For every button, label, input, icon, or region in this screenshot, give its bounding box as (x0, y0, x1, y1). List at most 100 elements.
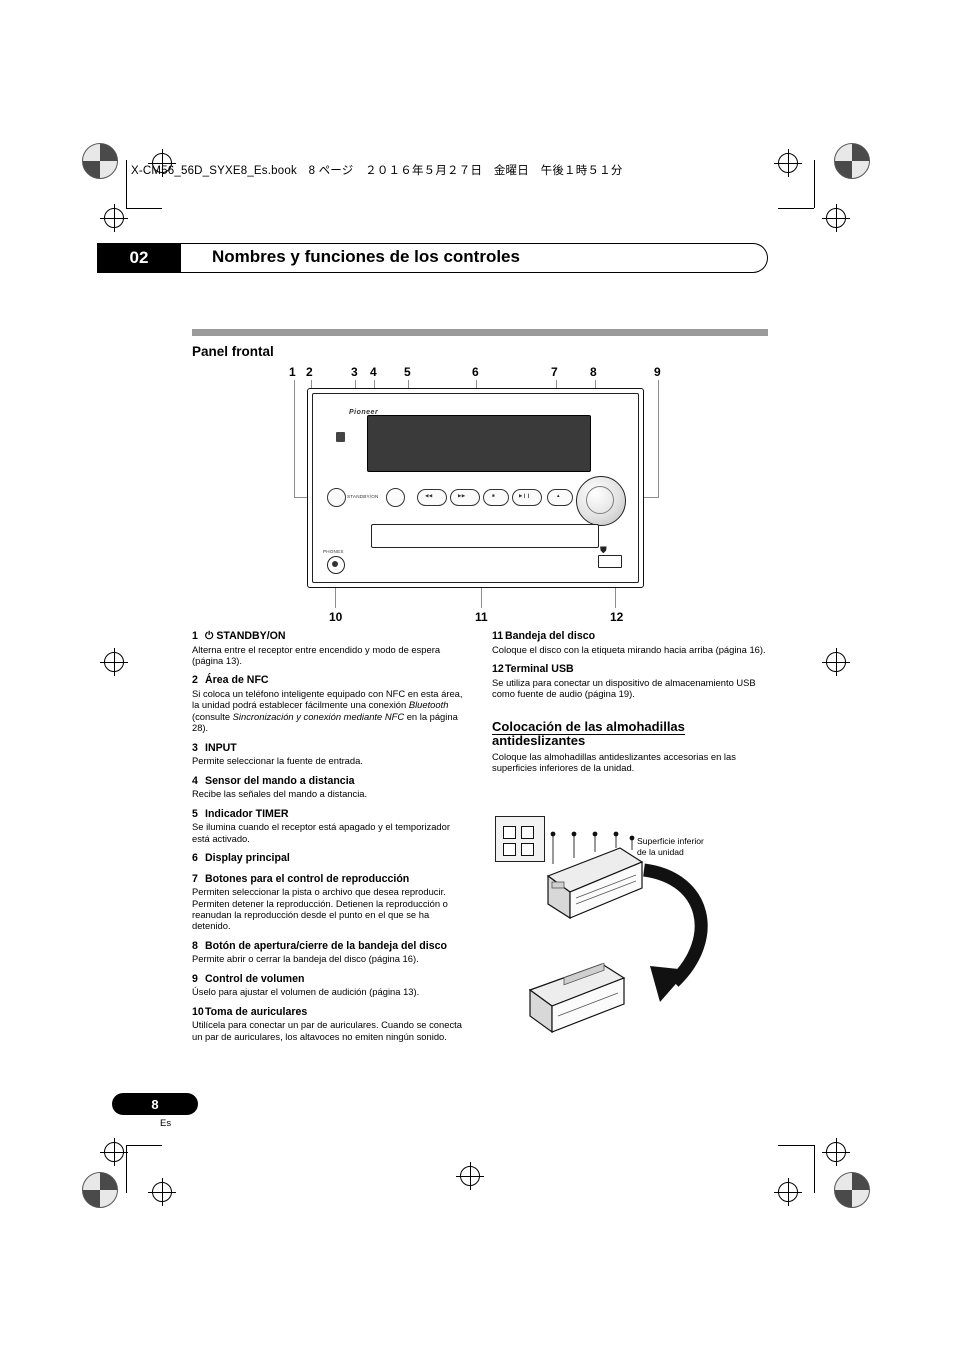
item-9-title: 9 Control de volumen (192, 972, 470, 986)
callout-5: 5 (404, 365, 411, 379)
crop-mark-mid2-left (100, 648, 128, 676)
item-11-title: 11 Bandeja del disco (492, 630, 769, 643)
item-1-body: Alterna entre el receptor entre encendid… (192, 643, 441, 666)
item-7-title: 7 Botones para el control de reproducción (192, 872, 470, 886)
item-2-title: 2 Área de NFC (192, 675, 470, 687)
unit-bottom-view-diagram (528, 831, 708, 1034)
crop-mark-bottom-right2 (774, 1178, 802, 1206)
callout-3: 3 (351, 365, 358, 379)
item-6-number: 6 (192, 852, 198, 865)
item-2-number: 2 (192, 674, 198, 687)
main-display (367, 415, 591, 472)
item-4-label: Sensor del mando a distancia (205, 774, 355, 787)
nfc-area-icon (336, 432, 345, 442)
item-6-label: Display principal (205, 852, 290, 865)
item-9-body: Úselo para ajustar el volumen de audició… (192, 986, 420, 998)
item-9-number: 9 (192, 972, 198, 985)
callout-4: 4 (370, 365, 377, 379)
callout-2: 2 (306, 365, 313, 379)
item-1-label: ⏻ STANDBY/ON (205, 630, 286, 642)
item-2-label: Área de NFC (205, 674, 269, 687)
manual-page: X-CM56_56D_SYXE8_Es.book 8 ページ ２０１６年５月２７… (0, 0, 954, 1351)
item-10-title: 10Toma de auriculares (192, 1005, 470, 1019)
item-7-label: Botones para el control de reproducción (205, 872, 410, 885)
item-1-title: 1 ⏻ STANDBY/ON (192, 630, 470, 643)
item-12-body: Se utiliza para conectar un dispositivo … (492, 676, 756, 699)
callout-10: 10 (329, 610, 343, 624)
leader-9 (658, 380, 660, 498)
item-4-title: 4 Sensor del mando a distancia (192, 774, 470, 788)
item-12-title: 12Terminal USB (492, 663, 769, 676)
controls-list-left: 1 ⏻ STANDBY/ON Alterna entre el receptor … (192, 630, 470, 1042)
trim-line-bottom-right (778, 1145, 814, 1146)
language-code: Es (160, 1118, 172, 1129)
item-4-body: Recibe las señales del mando a distancia… (192, 788, 368, 800)
crop-mark-top-right (774, 149, 802, 177)
item-2-body: Si coloca un teléfono inteligente equipa… (192, 688, 463, 734)
trim-line-right (814, 160, 815, 208)
registration-mark-top-left (82, 143, 118, 179)
crop-mark-bottom-center (456, 1162, 484, 1190)
section-title: Panel frontal (192, 344, 274, 359)
item-8-label: Botón de apertura/cierre de la bandeja d… (205, 939, 447, 952)
pads-section-body: Coloque las almohadillas antideslizantes… (492, 750, 736, 773)
usb-terminal[interactable] (598, 555, 622, 568)
item-3-label: INPUT (205, 741, 237, 754)
trim-line-bottom (126, 1145, 162, 1146)
item-5-body: Se ilumina cuando el receptor está apaga… (192, 821, 450, 844)
leader-1 (294, 380, 296, 498)
chapter-title: Nombres y funciones de los controles (212, 247, 520, 266)
headphone-jack[interactable] (327, 556, 345, 574)
item-3-body: Permite seleccionar la fuente de entrada… (192, 755, 363, 767)
item-10-body: Utilícela para conectar un par de auricu… (192, 1019, 462, 1042)
item-12-number: 12 (492, 663, 504, 675)
stop-icon: ■ (492, 493, 495, 498)
item-3-title: 3 INPUT (192, 741, 470, 755)
volume-knob[interactable] (576, 476, 626, 526)
crop-mark-bottom-left (100, 1138, 128, 1166)
prev-track-icon: ◀◀ (425, 493, 433, 498)
item-1-number: 1 (192, 630, 198, 642)
next-track-icon: ▶▶ (458, 493, 466, 498)
item-5-title: 5 Indicador TIMER (192, 807, 470, 821)
callout-11: 11 (475, 610, 488, 624)
callout-7: 7 (551, 365, 558, 379)
item-7-number: 7 (192, 872, 198, 885)
trim-line-right-bottom (814, 1145, 815, 1193)
item-11-number: 11 (492, 630, 504, 642)
item-12-label: Terminal USB (505, 663, 574, 675)
book-file-header: X-CM56_56D_SYXE8_Es.book 8 ページ ２０１６年５月２７… (131, 165, 623, 177)
crop-mark-mid-right (822, 204, 850, 232)
disc-tray[interactable] (371, 524, 599, 548)
standby-on-button[interactable] (327, 488, 346, 507)
controls-list-right: 11 Bandeja del disco Coloque el disco con… (492, 630, 769, 773)
trim-line-left-bottom (126, 1145, 127, 1193)
registration-mark-bottom-left (82, 1172, 118, 1208)
callout-6: 6 (472, 365, 479, 379)
input-label: INPUT (389, 494, 404, 499)
eject-icon: ▲ (556, 493, 561, 498)
item-7-body: Permiten seleccionar la pista o archivo … (192, 886, 448, 932)
pads-section-title-line2: antideslizantes (492, 733, 586, 748)
item-10-label: Toma de auriculares (205, 1005, 308, 1018)
trim-line-left (126, 160, 127, 208)
item-5-label: Indicador TIMER (205, 807, 289, 820)
phones-label: PHONES (323, 549, 344, 554)
play-pause-icon: ▶❙❙ (519, 493, 531, 498)
item-6-title: 6 Display principal (192, 852, 470, 865)
item-11-label: Bandeja del disco (505, 630, 596, 642)
item-3-number: 3 (192, 741, 198, 754)
callout-12: 12 (610, 610, 624, 624)
stop-button[interactable] (483, 489, 509, 506)
item-8-title: 8 Botón de apertura/cierre de la bandeja … (192, 939, 470, 953)
crop-mark-mid-left (100, 204, 128, 232)
item-8-body: Permite abrir o cerrar la bandeja del di… (192, 953, 419, 965)
crop-mark-bottom-left2 (148, 1178, 176, 1206)
item-9-label: Control de volumen (205, 972, 305, 985)
registration-mark-top-right (834, 143, 870, 179)
standby-on-label: STANDBY/ON (347, 494, 379, 499)
item-10-number: 10 (192, 1005, 204, 1018)
callout-9: 9 (654, 365, 661, 379)
chapter-number: 02 (97, 243, 181, 273)
crop-mark-mid2-right (822, 648, 850, 676)
